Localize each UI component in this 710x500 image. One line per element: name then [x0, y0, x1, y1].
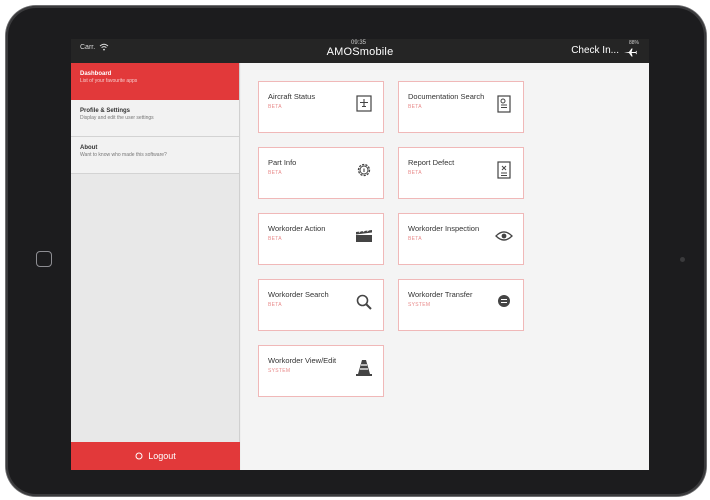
- tile-title: Documentation Search BETA: [408, 91, 492, 111]
- sidebar-item-subtitle: Display and edit the user settings: [80, 115, 154, 121]
- tile-badge: BETA: [408, 236, 422, 242]
- tile-workorder-transfer[interactable]: Workorder Transfer SYSTEM: [398, 279, 524, 331]
- tile-workorder-search[interactable]: Workorder Search BETA: [258, 279, 384, 331]
- sidebar-item-subtitle: Want to know who made this software?: [80, 152, 167, 158]
- dashboard-grid: Aircraft Status BETA Documentation Search…: [241, 63, 649, 470]
- tile-aircraft-status[interactable]: Aircraft Status BETA: [258, 81, 384, 133]
- status-bar: Carr. 09:35 AMOSmobile Check In... 88%: [71, 39, 649, 63]
- tile-badge: BETA: [268, 104, 282, 110]
- tile-badge: BETA: [268, 170, 282, 176]
- gear-info-icon: [357, 163, 371, 177]
- logout-label: Logout: [148, 451, 176, 461]
- sidebar: Dashboard List of your favourite apps Pr…: [71, 63, 240, 470]
- transfer-icon: [498, 295, 510, 307]
- battery-indicator: 88%: [628, 40, 639, 46]
- tile-title: Workorder View/Edit SYSTEM: [268, 355, 352, 375]
- tile-workorder-action[interactable]: Workorder Action BETA: [258, 213, 384, 265]
- tile-badge: BETA: [268, 236, 282, 242]
- tile-title: Report Defect BETA: [408, 157, 492, 177]
- tile-title: Aircraft Status BETA: [268, 91, 352, 111]
- tile-workorder-view-edit[interactable]: Workorder View/Edit SYSTEM: [258, 345, 384, 397]
- check-in-button[interactable]: Check In...: [571, 45, 619, 56]
- tile-title: Workorder Search BETA: [268, 289, 352, 309]
- tile-title: Part Info BETA: [268, 157, 352, 177]
- clapperboard-icon: [356, 229, 372, 242]
- tile-badge: SYSTEM: [408, 302, 431, 308]
- sidebar-item-profile-settings[interactable]: Profile & Settings Display and edit the …: [71, 100, 239, 137]
- aircraft-status-icon: [356, 95, 372, 112]
- tile-badge: SYSTEM: [268, 368, 291, 374]
- tile-badge: BETA: [408, 170, 422, 176]
- tile-documentation-search[interactable]: Documentation Search BETA: [398, 81, 524, 133]
- tile-title: Workorder Inspection BETA: [408, 223, 492, 243]
- app-title: AMOSmobile: [326, 46, 394, 58]
- sidebar-item-dashboard[interactable]: Dashboard List of your favourite apps: [71, 63, 239, 100]
- home-button[interactable]: [36, 251, 52, 267]
- tile-workorder-inspection[interactable]: Workorder Inspection BETA: [398, 213, 524, 265]
- sidebar-item-title: About: [80, 145, 98, 151]
- document-search-icon: [497, 95, 511, 113]
- tile-title: Workorder Action BETA: [268, 223, 352, 243]
- sidebar-item-title: Profile & Settings: [80, 108, 131, 114]
- app-screen: Carr. 09:35 AMOSmobile Check In... 88% D…: [71, 39, 649, 470]
- sidebar-item-about[interactable]: About Want to know who made this softwar…: [71, 137, 239, 174]
- traffic-cone-icon: [356, 360, 372, 376]
- camera-dot: [680, 257, 685, 262]
- sidebar-item-subtitle: List of your favourite apps: [80, 78, 138, 84]
- tile-title: Workorder Transfer SYSTEM: [408, 289, 492, 309]
- tile-badge: BETA: [268, 302, 282, 308]
- tile-badge: BETA: [408, 104, 422, 110]
- power-icon: [135, 452, 143, 460]
- report-document-icon: [497, 161, 511, 179]
- logout-button[interactable]: Logout: [71, 442, 240, 470]
- tile-part-info[interactable]: Part Info BETA: [258, 147, 384, 199]
- airplane-icon[interactable]: [624, 48, 637, 57]
- eye-icon: [495, 231, 513, 241]
- tile-report-defect[interactable]: Report Defect BETA: [398, 147, 524, 199]
- sidebar-item-title: Dashboard: [80, 71, 112, 77]
- magnifier-icon: [356, 294, 372, 310]
